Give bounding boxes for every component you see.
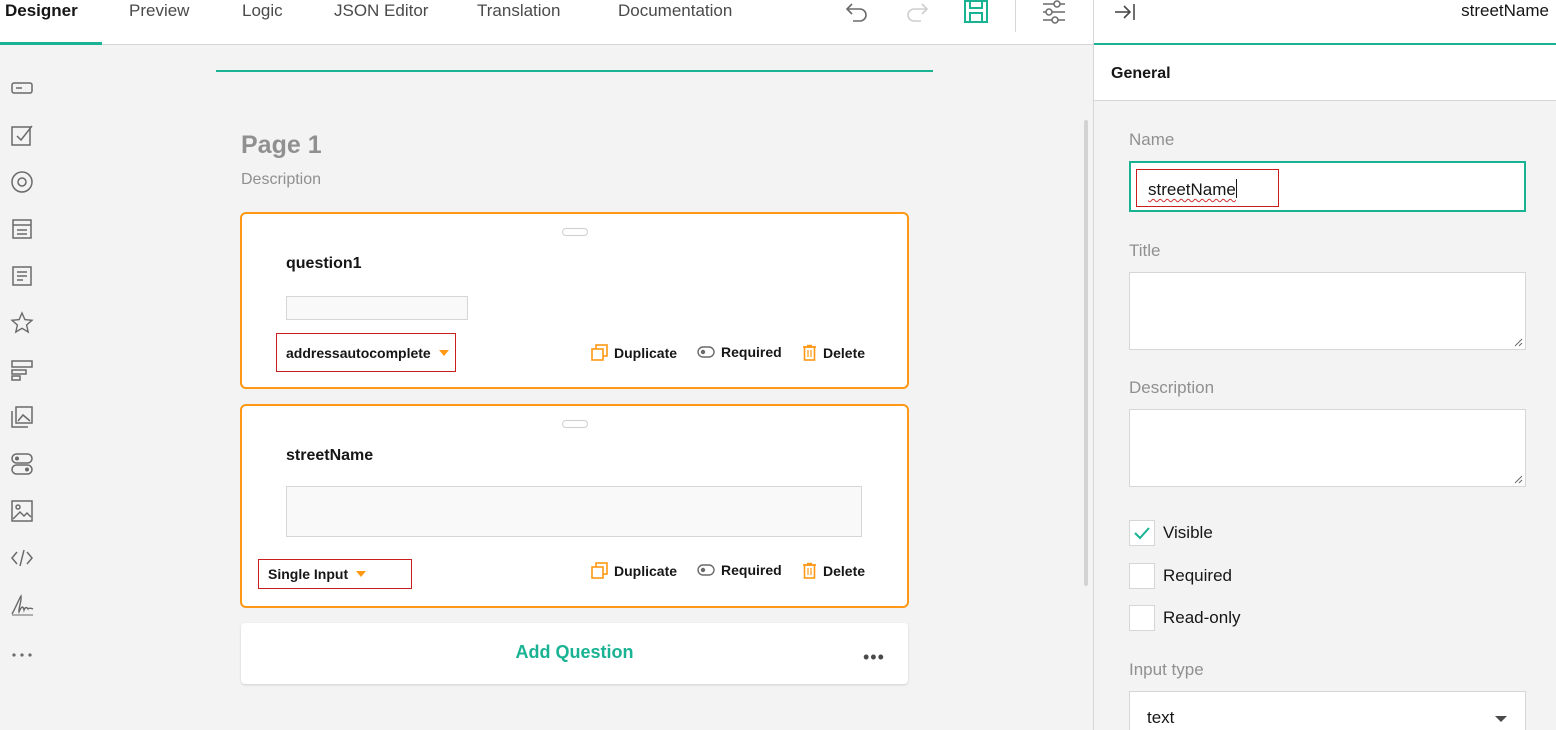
image-picker-icon[interactable] (9, 404, 35, 430)
collapse-panel-icon[interactable] (1114, 2, 1136, 27)
question-type-label: addressautocomplete (286, 344, 431, 361)
undo-icon[interactable] (843, 0, 871, 24)
trash-icon (803, 562, 816, 579)
drag-handle[interactable] (562, 228, 588, 236)
drag-handle[interactable] (562, 420, 588, 428)
title-field[interactable] (1129, 272, 1526, 350)
question-card[interactable]: streetName Single Input Duplicate Requir… (240, 404, 909, 608)
required-label: Required (721, 344, 782, 360)
ranking-icon[interactable] (9, 357, 35, 383)
input-type-label: Input type (1129, 660, 1204, 679)
trash-icon (803, 344, 816, 361)
tab-logic[interactable]: Logic (242, 0, 283, 45)
dropdown-icon[interactable] (9, 216, 35, 242)
checkmark-icon (1134, 527, 1150, 540)
checkbox-icon[interactable] (9, 122, 35, 148)
chevron-down-icon (1495, 716, 1507, 722)
delete-button[interactable]: Delete (802, 344, 865, 361)
rating-icon[interactable] (9, 310, 35, 336)
delete-button[interactable]: Delete (802, 562, 865, 579)
delete-label: Delete (823, 344, 866, 361)
question-title[interactable]: question1 (286, 255, 362, 273)
required-toggle[interactable]: Required (697, 344, 782, 360)
input-type-value: text (1147, 708, 1175, 727)
duplicate-button[interactable]: Duplicate (591, 344, 677, 361)
question-type-selector[interactable]: Single Input (258, 559, 412, 589)
survey-creator: Designer Preview Logic JSON Editor Trans… (0, 0, 1556, 730)
single-input-icon[interactable] (9, 75, 35, 101)
more-icon[interactable] (9, 642, 35, 668)
comment-icon[interactable] (9, 263, 35, 289)
input-type-dropdown[interactable]: text (1129, 691, 1526, 730)
question-toolbox (0, 45, 44, 730)
duplicate-label: Duplicate (614, 562, 678, 579)
chevron-down-icon (438, 349, 449, 356)
question-title[interactable]: streetName (286, 447, 373, 465)
text-cursor (1235, 179, 1237, 198)
selected-object-title: streetName (1461, 1, 1549, 20)
visible-label: Visible (1163, 523, 1213, 542)
question-card[interactable]: question1 addressautocomplete Duplicate … (240, 212, 909, 389)
property-grid-header: streetName (1094, 0, 1556, 45)
resize-handle-icon[interactable] (1513, 337, 1523, 347)
signature-pad-icon[interactable] (9, 592, 35, 618)
duplicate-icon (591, 562, 608, 579)
name-value-highlight: streetName (1136, 169, 1279, 207)
question-input-preview (286, 296, 468, 320)
required-checkbox[interactable]: Required (1129, 563, 1232, 589)
chevron-down-icon (356, 571, 367, 577)
readonly-checkbox[interactable]: Read-only (1129, 605, 1241, 631)
name-label: Name (1129, 130, 1175, 149)
tab-translation[interactable]: Translation (477, 0, 560, 45)
section-title: General (1111, 65, 1171, 82)
description-label: Description (1129, 378, 1215, 397)
checkbox-box[interactable] (1129, 605, 1155, 631)
duplicate-icon (591, 344, 608, 361)
checkbox-box[interactable] (1129, 520, 1155, 546)
checkbox-box[interactable] (1129, 563, 1155, 589)
boolean-icon[interactable] (9, 451, 35, 477)
name-value: streetName (1148, 180, 1236, 199)
canvas-scrollbar[interactable] (1084, 120, 1088, 586)
html-icon[interactable] (9, 545, 35, 571)
toolbar-separator (1015, 0, 1016, 32)
more-options-icon[interactable]: ••• (863, 647, 885, 668)
required-label: Required (1163, 566, 1232, 585)
settings-icon[interactable] (1040, 0, 1068, 24)
property-grid: streetName General Name streetName Title… (1093, 0, 1556, 730)
tab-designer[interactable]: Designer (5, 0, 78, 45)
survey-header-line (216, 70, 933, 72)
general-section-header[interactable]: General (1094, 45, 1556, 101)
add-question-bar: Add Question ••• (241, 623, 908, 684)
page-description[interactable]: Description (241, 171, 321, 189)
name-field[interactable]: streetName (1129, 161, 1526, 212)
add-question-button[interactable]: Add Question (241, 642, 908, 663)
tab-preview[interactable]: Preview (129, 0, 189, 45)
question-type-label: Single Input (268, 566, 349, 582)
design-canvas: Page 1 Description question1 addressauto… (44, 45, 1093, 730)
description-field[interactable] (1129, 409, 1526, 487)
title-label: Title (1129, 241, 1161, 260)
top-toolbar: Designer Preview Logic JSON Editor Trans… (0, 0, 1093, 45)
required-label: Required (721, 562, 782, 578)
required-toggle[interactable]: Required (697, 562, 782, 578)
image-icon[interactable] (9, 498, 35, 524)
toggle-icon (697, 346, 715, 358)
toggle-icon (697, 564, 715, 576)
duplicate-label: Duplicate (614, 344, 678, 361)
tab-documentation[interactable]: Documentation (618, 0, 732, 45)
page-title[interactable]: Page 1 (241, 131, 322, 160)
resize-handle-icon[interactable] (1513, 474, 1523, 484)
delete-label: Delete (823, 562, 866, 579)
question-type-selector[interactable]: addressautocomplete (276, 333, 456, 372)
readonly-label: Read-only (1163, 608, 1241, 627)
question-input-preview (286, 486, 862, 537)
visible-checkbox[interactable]: Visible (1129, 520, 1213, 546)
duplicate-button[interactable]: Duplicate (591, 562, 677, 579)
save-icon[interactable] (962, 0, 990, 24)
redo-icon[interactable] (903, 0, 931, 24)
radiogroup-icon[interactable] (9, 169, 35, 195)
tab-json-editor[interactable]: JSON Editor (334, 0, 428, 45)
